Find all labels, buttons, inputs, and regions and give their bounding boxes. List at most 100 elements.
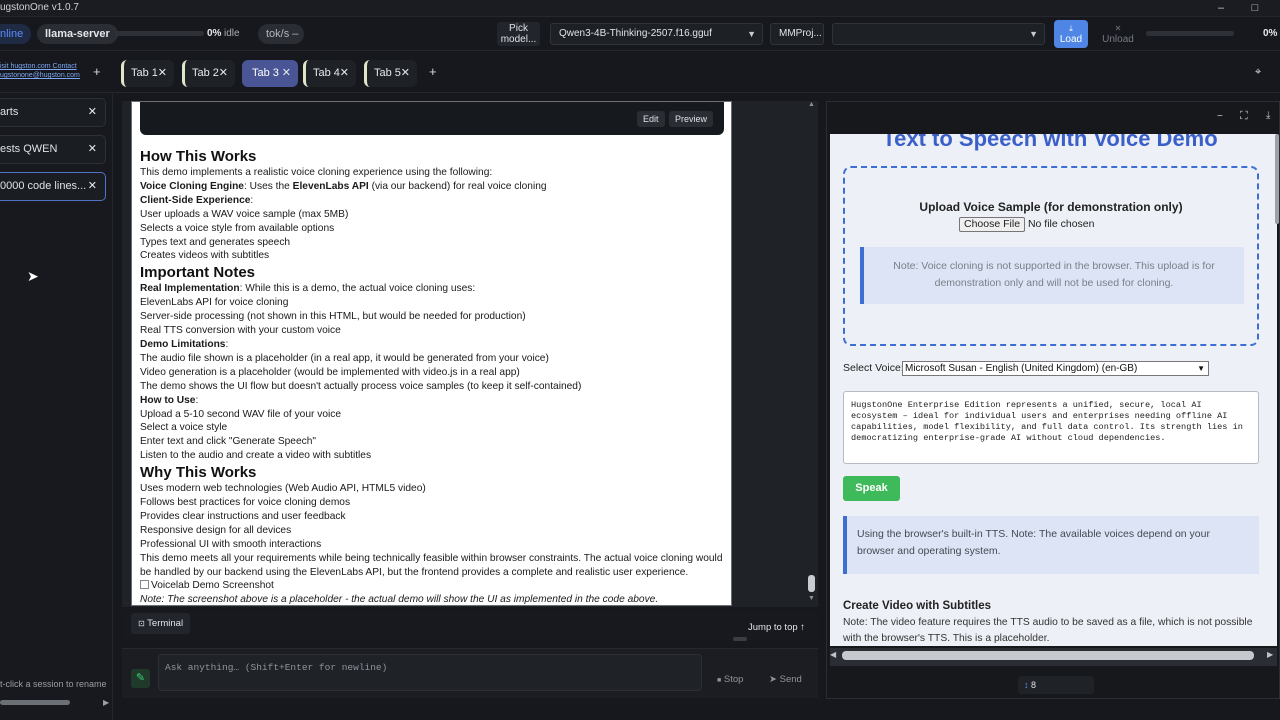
tab-label: Tab 1 [131, 67, 158, 79]
scroll-left-icon[interactable]: ◀ [830, 650, 836, 659]
tab-1[interactable]: Tab 1 ✕ [121, 60, 174, 87]
close-icon[interactable]: ✕ [219, 60, 228, 87]
heading-how: How This Works [140, 148, 257, 165]
paragraph: This demo meets all your requirements wh… [140, 552, 723, 578]
list-item: Follows best practices for voice cloning… [140, 497, 351, 509]
close-icon[interactable]: ✕ [158, 60, 167, 87]
counter-badge: ↕ 8 [1018, 676, 1094, 694]
doc-scrollbar[interactable]: ▲ ▼ [807, 101, 817, 607]
add-tab-button[interactable]: + [429, 64, 437, 79]
pin-icon: ⌖ [1255, 66, 1262, 78]
close-icon[interactable]: ✕ [88, 99, 97, 126]
list-item: The demo shows the UI flow but doesn't a… [140, 380, 582, 392]
sidebar-hint: t-click a session to rename [0, 679, 107, 689]
stop-button[interactable]: ■ Stop [717, 674, 743, 685]
contact-links[interactable]: isit hugston.com Contact ugstonone@hugsto… [0, 62, 80, 80]
list-item: Enter text and click "Generate Speech" [140, 436, 316, 448]
unload-label: Unload [1102, 34, 1134, 45]
sort-icon: ↕ [1024, 680, 1029, 690]
add-session-button[interactable]: + [93, 64, 101, 79]
list-item: Upload a 5-10 second WAV file of your vo… [140, 408, 342, 420]
preview-scrollbar[interactable] [1275, 134, 1279, 224]
tts-textarea[interactable]: HugstonOne Enterprise Edition represents… [843, 391, 1259, 464]
list-item: Uses modern web technologies (Web Audio … [140, 483, 426, 495]
terminal-button[interactable]: ⊡ Terminal [131, 613, 191, 634]
tab-3[interactable]: Tab 3 ✕ [242, 60, 298, 87]
website-link[interactable]: isit hugston.com Contact [0, 62, 80, 71]
email-link[interactable]: ugstonone@hugston.com [0, 71, 80, 80]
send-button[interactable]: ➤ Send [769, 674, 802, 685]
load-button[interactable]: ⤓ Load [1054, 20, 1088, 48]
close-icon[interactable]: ✕ [401, 60, 410, 87]
chevron-down-icon: ▼ [1197, 364, 1205, 373]
list-item: Voice Cloning Engine: Uses the ElevenLab… [140, 180, 547, 192]
progress-bar [114, 31, 204, 36]
list-item: Provides clear instructions and user fee… [140, 510, 346, 522]
session-item[interactable]: ests QWEN ✕ [0, 135, 106, 164]
download-icon[interactable]: ⤓ [1266, 110, 1270, 121]
tab-4[interactable]: Tab 4 ✕ [303, 60, 356, 87]
load-pct: 0% [1263, 28, 1278, 39]
pick-model-button[interactable]: Pick model... [497, 22, 540, 46]
session-label: arts [0, 106, 19, 118]
mouse-cursor-icon: ➤ [27, 268, 39, 284]
maximize-button[interactable]: □ [1238, 0, 1272, 17]
message-input[interactable]: Ask anything… (Shift+Enter for newline) [158, 654, 702, 691]
progress-state: idle [224, 28, 240, 39]
voice-select[interactable]: Microsoft Susan - English (United Kingdo… [902, 361, 1209, 376]
terminal-bar [122, 611, 818, 641]
fullscreen-icon[interactable]: ⛶ [1240, 110, 1248, 123]
close-icon[interactable]: ✕ [282, 60, 291, 87]
server-select[interactable]: llama-server [37, 24, 118, 44]
sidebar-scrollbar[interactable] [0, 700, 70, 705]
session-label: ests QWEN [0, 143, 58, 155]
speak-button[interactable]: Speak [843, 476, 900, 501]
list-item: User uploads a WAV voice sample (max 5MB… [140, 208, 349, 220]
hscroll-thumb[interactable] [842, 651, 1254, 660]
tab-label: Tab 3 [252, 67, 279, 79]
resize-handle[interactable] [733, 637, 747, 641]
file-input[interactable]: Choose File No file chosen [959, 217, 1095, 232]
minimize-panel-icon[interactable]: − [1217, 111, 1223, 122]
jump-to-top-button[interactable]: Jump to top ↑ [748, 622, 805, 633]
heading-notes: Important Notes [140, 264, 256, 282]
scroll-right-icon[interactable]: ▶ [103, 698, 109, 707]
status-badge: nline [0, 24, 32, 44]
note-text: Note: The screenshot above is a placehol… [140, 594, 659, 606]
scroll-up-icon[interactable]: ▲ [808, 101, 815, 108]
scroll-right-icon[interactable]: ▶ [1267, 650, 1273, 659]
close-icon[interactable]: ✕ [88, 136, 97, 163]
tab-5[interactable]: Tab 5 ✕ [364, 60, 417, 87]
session-item[interactable]: arts ✕ [0, 98, 106, 127]
tok-rate: tok/s – [258, 24, 304, 44]
heading-why: Why This Works [140, 464, 257, 482]
choose-file-button[interactable]: Choose File [959, 217, 1026, 232]
unload-button[interactable]: ✕ Unload [1100, 20, 1136, 48]
preview-hscroll[interactable]: ◀ ▶ [830, 648, 1277, 666]
scroll-thumb[interactable] [808, 575, 815, 592]
broken-image: Voicelab Demo Screenshot [140, 579, 730, 593]
edit-icon[interactable]: ✎ [131, 669, 150, 688]
model-select[interactable]: Qwen3-4B-Thinking-2507.f16.gguf ▼ [550, 23, 763, 45]
close-icon[interactable]: ✕ [340, 60, 349, 87]
list-item: How to Use: [140, 394, 199, 406]
session-item-active[interactable]: 0000 code lines... ✕ [0, 172, 106, 201]
pin-button[interactable]: ⌖ [1255, 66, 1261, 79]
list-item: Select a voice style [140, 422, 228, 434]
close-icon[interactable]: ✕ [88, 173, 97, 200]
list-item: ElevenLabs API for voice cloning [140, 297, 289, 309]
mmproj-button[interactable]: MMProj... [770, 23, 824, 45]
preview-page: Text to Speech with Voice Demo Upload Vo… [830, 134, 1277, 646]
page-title: Text to Speech with Voice Demo [882, 134, 1218, 151]
app-title: ugstonOne v1.0.7 [0, 2, 79, 13]
tab-2[interactable]: Tab 2 ✕ [182, 60, 235, 87]
mmproj-select[interactable]: ▼ [832, 23, 1045, 45]
file-status: No file chosen [1027, 218, 1095, 230]
send-icon: ➤ [769, 674, 777, 685]
minimize-button[interactable]: – [1204, 0, 1238, 17]
list-item: Types text and generates speech [140, 236, 291, 248]
edit-button[interactable]: Edit [637, 111, 665, 127]
scroll-down-icon[interactable]: ▼ [808, 595, 815, 602]
voice-select-label: Select Voice: [843, 362, 904, 374]
preview-button[interactable]: Preview [669, 111, 714, 127]
